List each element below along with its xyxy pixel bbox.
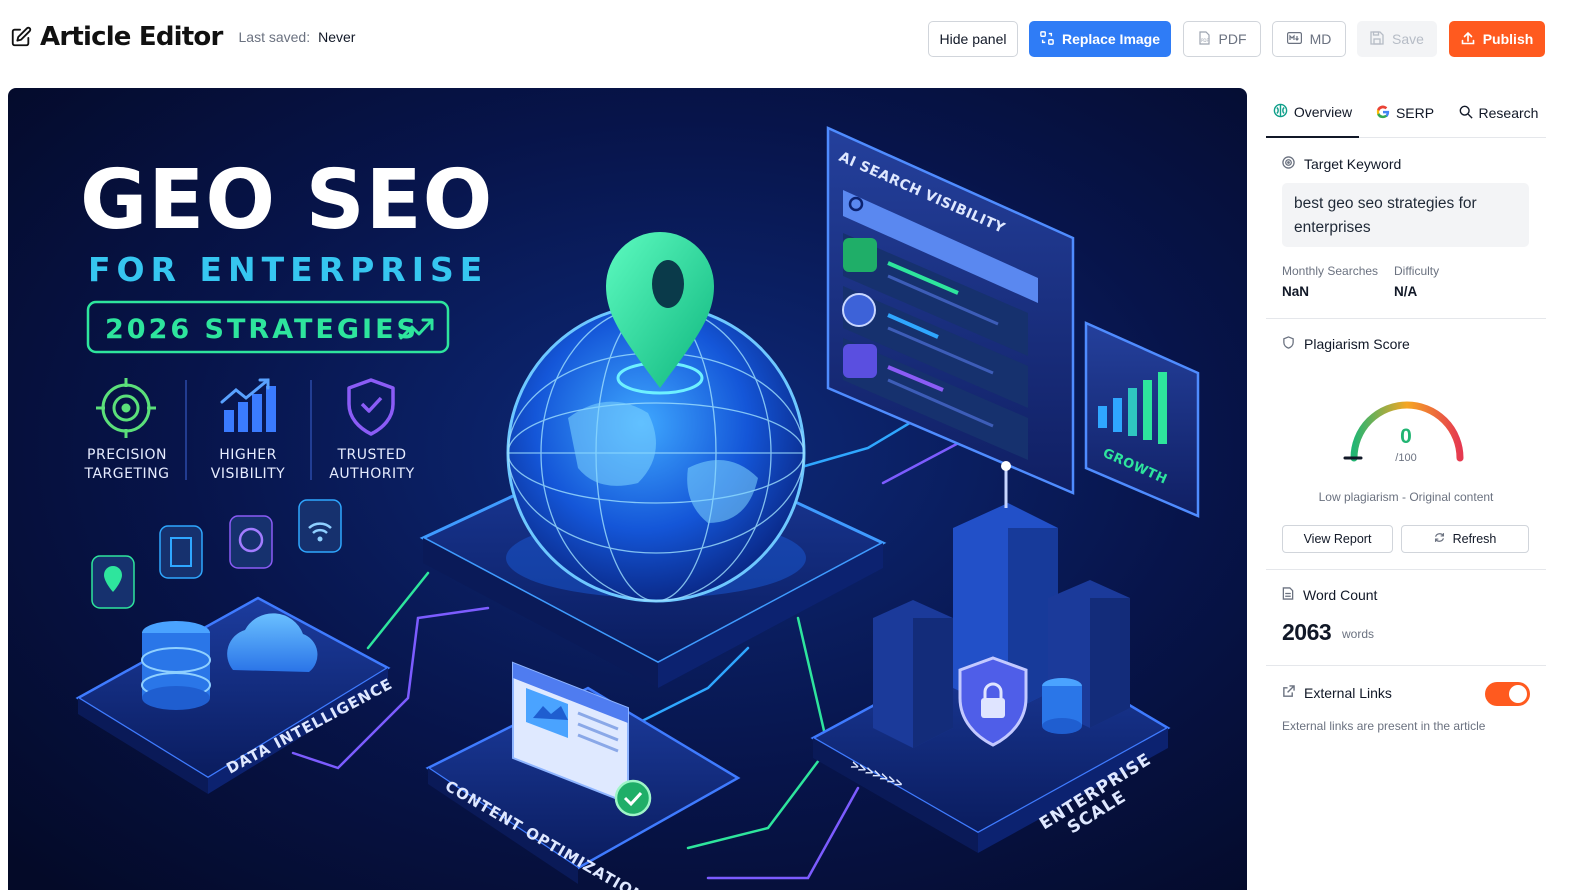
feature-1-line1: PRECISION <box>87 447 167 463</box>
feature-2-line1: HIGHER <box>219 447 277 463</box>
publish-label: Publish <box>1482 31 1534 47</box>
title-area: Article Editor Last saved: Never <box>10 22 355 52</box>
sparkle-chip-icon <box>843 238 877 272</box>
chat-chip-icon <box>229 515 273 569</box>
tab-overview[interactable]: Overview <box>1266 88 1359 138</box>
word-count-title: Word Count <box>1303 587 1378 603</box>
plagiarism-score-max: /100 <box>1395 452 1417 464</box>
tab-overview-label: Overview <box>1293 104 1353 120</box>
target-keyword-title: Target Keyword <box>1304 156 1402 172</box>
refresh-icon <box>1434 532 1445 546</box>
md-label: MD <box>1309 31 1332 47</box>
editor-header: Article Editor Last saved: Never Hide pa… <box>0 0 1576 78</box>
database-icon <box>141 621 211 710</box>
featured-image[interactable]: GEO SEO FOR ENTERPRISE 2026 STRATEGIES P… <box>8 88 1247 890</box>
external-link-icon <box>1282 685 1295 701</box>
feature-3-line1: TRUSTED <box>336 447 406 463</box>
plagiarism-score: 0 <box>1400 425 1412 448</box>
google-icon <box>1376 105 1390 122</box>
check-badge-icon <box>614 779 652 817</box>
section-divider <box>1266 569 1546 570</box>
feature-2-line2: VISIBILITY <box>211 466 286 482</box>
wifi-chip-icon <box>298 499 342 553</box>
save-button[interactable]: Save <box>1357 21 1437 57</box>
view-report-label: View Report <box>1303 532 1372 546</box>
replace-image-button[interactable]: Replace Image <box>1029 21 1171 57</box>
hide-panel-button[interactable]: Hide panel <box>928 21 1018 57</box>
upload-icon <box>1461 31 1475 48</box>
pdf-file-icon: PDF <box>1198 30 1211 48</box>
tab-serp[interactable]: SERP <box>1359 88 1451 138</box>
document-icon <box>1282 587 1294 603</box>
hide-panel-label: Hide panel <box>939 31 1007 47</box>
target-icon <box>1282 156 1295 172</box>
monthly-searches-value: NaN <box>1282 284 1310 299</box>
target-keyword-field[interactable]: best geo seo strategies for enterprises <box>1282 183 1529 247</box>
edit-icon <box>10 26 32 48</box>
monthly-searches-label: Monthly Searches <box>1282 264 1379 278</box>
external-links-heading: External Links <box>1282 685 1392 701</box>
building-chip-icon <box>159 525 203 579</box>
replace-image-icon <box>1040 30 1054 48</box>
view-report-button[interactable]: View Report <box>1282 525 1393 553</box>
gemini-chip-icon <box>843 344 877 378</box>
difficulty-value: N/A <box>1394 284 1418 299</box>
section-divider <box>1266 318 1546 319</box>
last-saved-label: Last saved: <box>238 29 311 45</box>
word-count-heading: Word Count <box>1282 587 1377 603</box>
save-icon <box>1370 30 1384 48</box>
hero-title: GEO SEO <box>80 153 493 248</box>
feature-3-line2: AUTHORITY <box>329 466 414 482</box>
toggle-knob <box>1509 685 1527 703</box>
strategies-badge-label: 2026 STRATEGIES <box>105 314 419 345</box>
panel-tabs: Overview SERP Research <box>1266 88 1546 138</box>
word-count-unit: words <box>1342 627 1375 641</box>
pdf-label: PDF <box>1218 31 1247 47</box>
plagiarism-caption: Low plagiarism - Original content <box>1318 490 1494 504</box>
external-links-toggle[interactable] <box>1485 682 1530 706</box>
publish-button[interactable]: Publish <box>1449 21 1545 57</box>
plagiarism-heading: Plagiarism Score <box>1282 336 1410 352</box>
target-keyword-heading: Target Keyword <box>1282 156 1401 172</box>
section-divider <box>1266 665 1546 666</box>
external-links-caption: External links are present in the articl… <box>1282 719 1486 733</box>
external-links-title: External Links <box>1304 685 1392 701</box>
page-title: Article Editor <box>40 22 223 52</box>
replace-image-label: Replace Image <box>1061 31 1161 47</box>
markdown-button[interactable]: MD <box>1272 21 1346 57</box>
server-tower-left-icon <box>873 600 953 748</box>
brain-icon <box>1273 103 1288 121</box>
feature-1-line2: TARGETING <box>84 466 170 482</box>
seo-side-panel: Overview SERP Research Target Keyword be… <box>1266 88 1546 890</box>
difficulty-label: Difficulty <box>1394 264 1440 278</box>
pdf-button[interactable]: PDF PDF <box>1183 21 1261 57</box>
openai-chip-icon <box>842 293 876 327</box>
plagiarism-title: Plagiarism Score <box>1304 336 1410 352</box>
tab-research[interactable]: Research <box>1451 88 1546 138</box>
refresh-label: Refresh <box>1452 532 1497 546</box>
save-label: Save <box>1392 31 1424 47</box>
svg-text:PDF: PDF <box>1201 38 1209 43</box>
hero-subtitle: FOR ENTERPRISE <box>88 250 488 289</box>
search-icon <box>1459 105 1473 122</box>
location-chip-icon <box>91 555 135 609</box>
database-small-icon <box>1042 678 1082 734</box>
tab-serp-label: SERP <box>1395 105 1435 121</box>
markdown-icon <box>1286 31 1302 47</box>
shield-icon <box>1282 336 1295 352</box>
refresh-button[interactable]: Refresh <box>1401 525 1529 553</box>
word-count-value: 2063 <box>1282 619 1332 645</box>
tab-research-label: Research <box>1478 105 1539 121</box>
last-saved-value: Never <box>318 29 356 45</box>
